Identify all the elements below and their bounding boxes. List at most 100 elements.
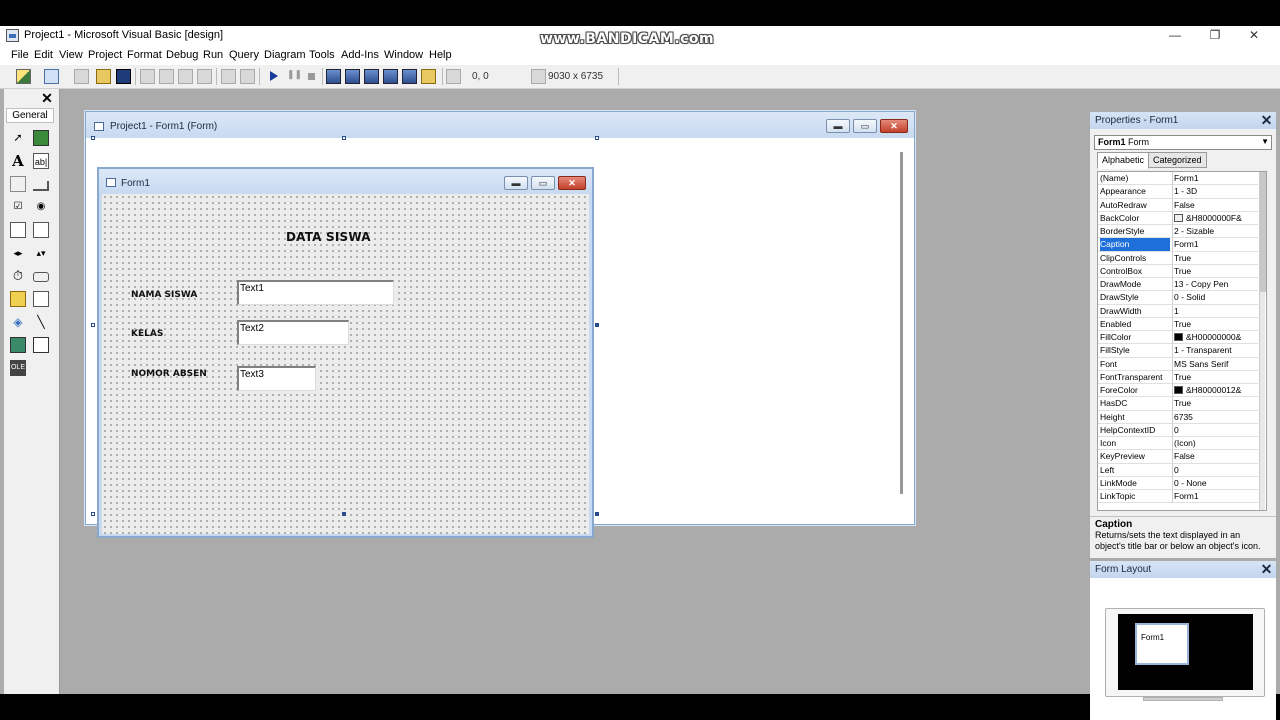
property-row[interactable]: ForeColor &H80000012& [1098, 384, 1258, 398]
textbox-icon[interactable]: ab| [33, 153, 49, 169]
property-name[interactable]: AutoRedraw [1100, 199, 1170, 212]
property-name[interactable]: Left [1100, 464, 1170, 477]
close-button[interactable]: ✕ [1234, 26, 1274, 45]
chevron-down-icon[interactable]: ▼ [1261, 137, 1269, 146]
hscrollbar-icon[interactable]: ◂▸ [10, 245, 26, 261]
data-view-icon[interactable] [421, 69, 436, 84]
pointer-icon[interactable]: ➚ [10, 130, 26, 146]
resize-handle-bottom[interactable] [342, 512, 346, 516]
paste-icon[interactable] [178, 69, 193, 84]
property-row[interactable]: LinkMode 0 - None [1098, 476, 1258, 490]
menu-file[interactable]: File [11, 49, 29, 61]
add-project-icon[interactable] [16, 69, 31, 84]
project-minimize-button[interactable]: ▬ [826, 119, 850, 133]
menu-diagram[interactable]: Diagram [264, 49, 306, 61]
property-name[interactable]: FillStyle [1100, 344, 1170, 357]
property-value[interactable]: False [1172, 198, 1258, 212]
property-value[interactable]: 0 - None [1172, 476, 1258, 490]
shape-icon[interactable]: ◈ [10, 314, 26, 330]
combobox-icon[interactable] [10, 222, 26, 238]
form1-minimize-button[interactable]: ▬ [504, 176, 528, 190]
start-icon[interactable] [266, 69, 281, 84]
property-value[interactable]: True [1172, 251, 1258, 265]
property-name[interactable]: LinkTopic [1100, 490, 1170, 503]
label-icon[interactable]: A [10, 153, 26, 169]
property-row[interactable]: DrawWidth 1 [1098, 304, 1258, 318]
property-row[interactable]: FillStyle 1 - Transparent [1098, 344, 1258, 358]
filelistbox-icon[interactable] [33, 291, 49, 307]
heading-label[interactable]: DATA SISWA [286, 230, 371, 244]
toolbox-close-button[interactable]: ✕ [38, 90, 56, 106]
menu-editor-icon[interactable] [74, 69, 89, 84]
dirlistbox-icon[interactable] [10, 291, 26, 307]
resize-handle-corner[interactable] [595, 512, 599, 516]
property-row[interactable]: HelpContextID 0 [1098, 423, 1258, 437]
property-row[interactable]: KeyPreview False [1098, 450, 1258, 464]
drivelistbox-icon[interactable] [33, 272, 49, 282]
property-value[interactable]: 0 [1172, 463, 1258, 477]
property-name[interactable]: Appearance [1100, 185, 1170, 198]
image-icon[interactable] [10, 337, 26, 353]
property-name[interactable]: BackColor [1100, 212, 1170, 225]
property-name[interactable]: FillColor [1100, 331, 1170, 344]
property-value[interactable]: True [1172, 370, 1258, 384]
property-value[interactable]: &H8000000F& [1172, 211, 1258, 225]
menu-addins[interactable]: Add-Ins [341, 49, 379, 61]
property-value[interactable]: 13 - Copy Pen [1172, 278, 1258, 291]
property-row[interactable]: ClipControls True [1098, 251, 1258, 265]
property-value[interactable]: True [1172, 317, 1258, 331]
property-row[interactable]: Height 6735 [1098, 410, 1258, 424]
save-project-icon[interactable] [116, 69, 131, 84]
menu-run[interactable]: Run [203, 49, 223, 61]
property-row[interactable]: Left 0 [1098, 463, 1258, 477]
property-value[interactable]: 1 - Transparent [1172, 344, 1258, 358]
property-name[interactable]: DrawMode [1100, 278, 1170, 291]
tab-alphabetic[interactable]: Alphabetic [1097, 152, 1150, 169]
end-icon[interactable] [304, 69, 319, 84]
properties-close-button[interactable]: ✕ [1260, 113, 1273, 127]
resize-handle-right[interactable] [595, 323, 599, 327]
frame-icon[interactable] [10, 176, 26, 192]
property-name[interactable]: Enabled [1100, 318, 1170, 331]
property-row[interactable]: BorderStyle 2 - Sizable [1098, 225, 1258, 239]
line-icon[interactable]: ╲ [33, 314, 49, 330]
copy-icon[interactable] [159, 69, 174, 84]
data-icon[interactable] [33, 337, 49, 353]
form1-client-area[interactable]: DATA SISWA NAMA SISWA KELAS NOMOR ABSEN … [102, 194, 589, 534]
menu-view[interactable]: View [59, 49, 83, 61]
property-name[interactable]: DrawStyle [1100, 291, 1170, 304]
menu-query[interactable]: Query [229, 49, 259, 61]
property-value[interactable]: &H00000000& [1172, 331, 1258, 344]
nomor-absen-label[interactable]: NOMOR ABSEN [131, 369, 207, 379]
form-position-preview[interactable]: Form1 [1135, 623, 1189, 665]
redo-icon[interactable] [240, 69, 255, 84]
menu-window[interactable]: Window [384, 49, 423, 61]
project-close-button[interactable]: ✕ [880, 119, 908, 133]
property-row[interactable]: DrawStyle 0 - Solid [1098, 291, 1258, 305]
property-value[interactable]: MS Sans Serif [1172, 357, 1258, 371]
menu-format[interactable]: Format [127, 49, 162, 61]
property-name[interactable]: DrawWidth [1100, 305, 1170, 318]
restore-button[interactable]: ❐ [1195, 26, 1235, 45]
property-name[interactable]: HasDC [1100, 397, 1170, 410]
cut-icon[interactable] [140, 69, 155, 84]
form-layout-close-button[interactable]: ✕ [1260, 562, 1273, 576]
property-name[interactable]: Height [1100, 411, 1170, 424]
property-name[interactable]: HelpContextID [1100, 424, 1170, 437]
menu-tools[interactable]: Tools [309, 49, 335, 61]
property-value[interactable]: Form1 [1172, 490, 1258, 503]
menu-help[interactable]: Help [429, 49, 452, 61]
property-value[interactable]: 1 - 3D [1172, 185, 1258, 199]
toolbox-general-tab[interactable]: General [6, 108, 54, 123]
project-window-scrollbar[interactable] [900, 152, 903, 494]
property-row[interactable]: FontTransparent True [1098, 370, 1258, 384]
menu-debug[interactable]: Debug [166, 49, 198, 61]
project-restore-button[interactable]: ▭ [853, 119, 877, 133]
commandbutton-icon[interactable] [33, 181, 49, 191]
property-name[interactable]: Icon [1100, 437, 1170, 450]
form1-maximize-button[interactable]: ▭ [531, 176, 555, 190]
property-row[interactable]: Font MS Sans Serif [1098, 357, 1258, 371]
property-row[interactable]: ControlBox True [1098, 264, 1258, 278]
form1-designer[interactable]: Form1 ▬ ▭ ✕ DATA SISWA NAMA SISWA KELAS … [97, 167, 594, 538]
property-row[interactable]: LinkTopic Form1 [1098, 490, 1258, 504]
